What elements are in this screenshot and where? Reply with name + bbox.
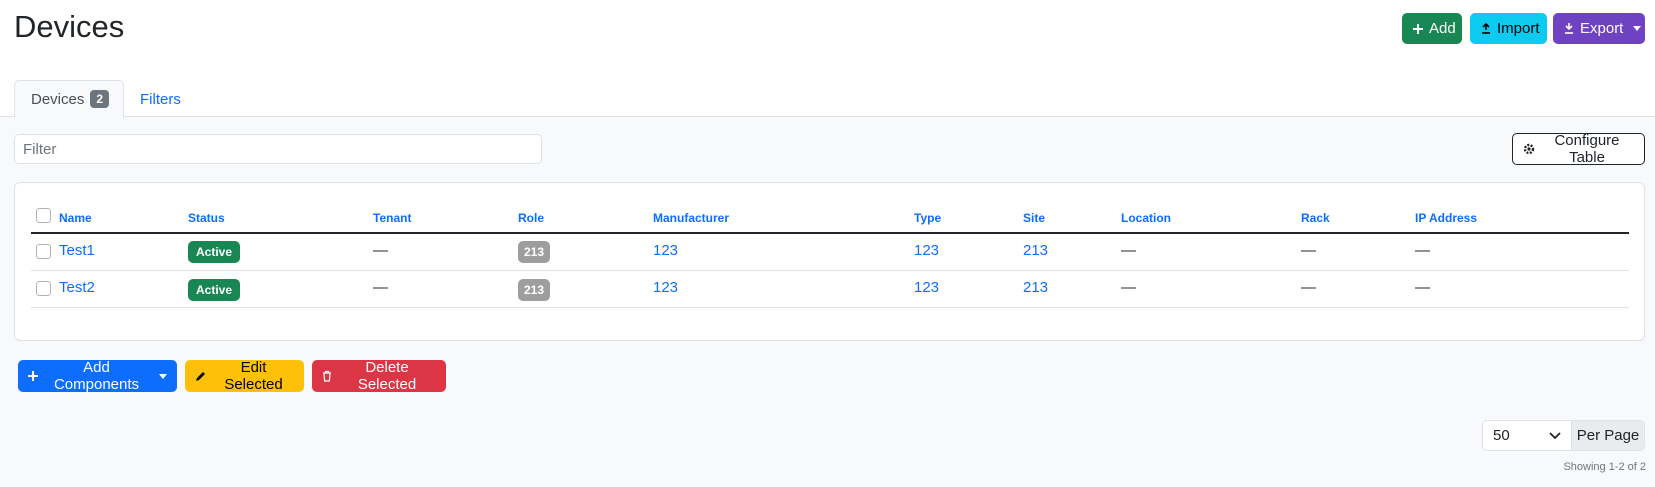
row-divider [31, 307, 1629, 308]
export-button[interactable]: Export [1553, 13, 1645, 44]
add-components-label: Add Components [53, 359, 140, 393]
tab-bar: Devices 2 Filters [14, 80, 197, 118]
tab-devices[interactable]: Devices 2 [14, 80, 124, 118]
plus-icon [1413, 23, 1423, 34]
per-page-label: Per Page [1571, 420, 1645, 451]
row-checkbox[interactable] [36, 281, 51, 296]
site-link[interactable]: 213 [1023, 279, 1048, 296]
column-header-role[interactable]: Role [518, 211, 544, 225]
column-header-name[interactable]: Name [59, 211, 92, 225]
status-badge: Active [188, 241, 241, 263]
manufacturer-link[interactable]: 123 [653, 242, 678, 259]
pencil-icon [195, 370, 207, 382]
chevron-down-icon [1549, 431, 1561, 440]
device-name-link[interactable]: Test2 [59, 279, 95, 296]
column-header-rack[interactable]: Rack [1301, 211, 1330, 225]
column-header-status[interactable]: Status [188, 211, 225, 225]
ip-address-cell: — [1415, 279, 1430, 296]
ip-address-cell: — [1415, 242, 1430, 259]
plus-icon [28, 371, 38, 381]
trash-icon [322, 370, 332, 382]
devices-table-card [14, 182, 1645, 341]
column-header-tenant[interactable]: Tenant [373, 211, 411, 225]
add-button-label: Add [1429, 20, 1456, 37]
configure-table-button[interactable]: Configure Table [1512, 132, 1645, 166]
tenant-cell: — [373, 242, 388, 259]
pagination-summary: Showing 1-2 of 2 [1563, 461, 1646, 473]
import-button[interactable]: Import [1470, 13, 1547, 44]
chevron-down-icon [1633, 26, 1642, 31]
type-link[interactable]: 123 [914, 279, 939, 296]
row-checkbox[interactable] [36, 244, 51, 259]
add-components-button[interactable]: Add Components [18, 359, 177, 393]
download-icon [1564, 23, 1574, 34]
manufacturer-link[interactable]: 123 [653, 279, 678, 296]
tab-filters[interactable]: Filters [124, 80, 197, 118]
row-divider [31, 270, 1629, 271]
rack-cell: — [1301, 242, 1316, 259]
select-all-checkbox[interactable] [36, 208, 51, 223]
upload-icon [1481, 23, 1491, 34]
edit-selected-label: Edit Selected [224, 359, 283, 393]
configure-table-label: Configure Table [1554, 132, 1620, 166]
role-badge[interactable]: 213 [518, 241, 551, 263]
type-link[interactable]: 123 [914, 242, 939, 259]
add-button[interactable]: Add [1402, 13, 1462, 44]
column-header-type[interactable]: Type [914, 211, 941, 225]
filter-input[interactable] [14, 134, 542, 164]
site-link[interactable]: 213 [1023, 242, 1048, 259]
delete-selected-label: Delete Selected [357, 359, 417, 393]
gear-icon [1523, 143, 1535, 155]
location-cell: — [1121, 279, 1136, 296]
tab-filters-label: Filters [140, 90, 181, 108]
devices-count-badge: 2 [90, 90, 110, 108]
chevron-down-icon [159, 373, 167, 379]
import-button-label: Import [1497, 20, 1540, 37]
tenant-cell: — [373, 279, 388, 296]
table-header-divider [31, 232, 1629, 234]
status-badge: Active [188, 279, 241, 301]
delete-selected-button[interactable]: Delete Selected [312, 359, 446, 393]
column-header-site[interactable]: Site [1023, 211, 1045, 225]
edit-selected-button[interactable]: Edit Selected [185, 359, 304, 393]
column-header-manufacturer[interactable]: Manufacturer [653, 211, 729, 225]
device-name-link[interactable]: Test1 [59, 242, 95, 259]
tab-devices-label: Devices [31, 90, 85, 108]
role-badge[interactable]: 213 [518, 279, 551, 301]
page-title: Devices [14, 9, 125, 44]
per-page-select[interactable]: 50 [1482, 420, 1572, 451]
rack-cell: — [1301, 279, 1316, 296]
location-cell: — [1121, 242, 1136, 259]
column-header-location[interactable]: Location [1121, 211, 1171, 225]
export-button-label: Export [1580, 20, 1624, 37]
column-header-ip-address[interactable]: IP Address [1415, 211, 1477, 225]
per-page-value: 50 [1493, 427, 1510, 444]
